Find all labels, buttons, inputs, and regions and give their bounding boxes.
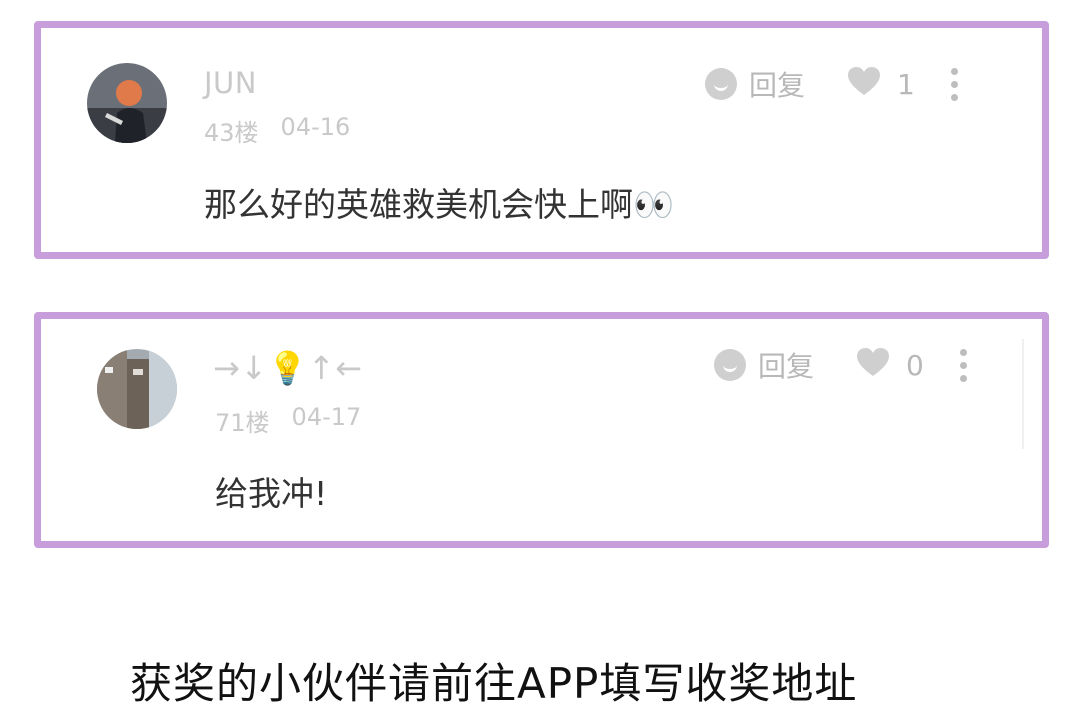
username[interactable]: JUN — [204, 66, 257, 100]
more-options-icon[interactable] — [950, 67, 958, 101]
reply-icon[interactable] — [705, 68, 737, 100]
comment-card: JUN 43楼 04-16 那么好的英雄救美机会快上啊👀 回复 1 — [34, 21, 1049, 259]
comment-date: 04-16 — [280, 113, 351, 141]
heart-icon[interactable] — [847, 66, 881, 103]
like-count: 1 — [897, 67, 915, 101]
more-options-icon[interactable] — [959, 348, 967, 382]
comment-meta: 43楼 04-16 — [204, 113, 350, 148]
comment-meta: 71楼 04-17 — [215, 403, 361, 438]
like-count: 0 — [906, 348, 924, 382]
avatar[interactable] — [97, 349, 177, 429]
comment-text: 给我冲! — [215, 474, 328, 513]
avatar[interactable] — [87, 63, 167, 143]
footer-notice: 获奖的小伙伴请前往APP填写收奖地址 — [130, 659, 858, 708]
comment-actions: 回复 0 — [714, 345, 967, 385]
heart-icon[interactable] — [856, 347, 890, 384]
divider — [1022, 339, 1024, 449]
comment-actions: 回复 1 — [705, 64, 958, 104]
comment-text: 那么好的英雄救美机会快上啊👀 — [204, 185, 675, 224]
username[interactable]: →↓💡↑← — [213, 349, 363, 387]
reply-icon[interactable] — [714, 349, 746, 381]
comment-card: →↓💡↑← 71楼 04-17 给我冲! 回复 0 — [34, 312, 1049, 548]
floor-number: 71楼 — [215, 409, 270, 437]
reply-button[interactable]: 回复 — [749, 64, 805, 104]
reply-button[interactable]: 回复 — [758, 345, 814, 385]
comment-date: 04-17 — [291, 403, 362, 431]
floor-number: 43楼 — [204, 119, 259, 147]
